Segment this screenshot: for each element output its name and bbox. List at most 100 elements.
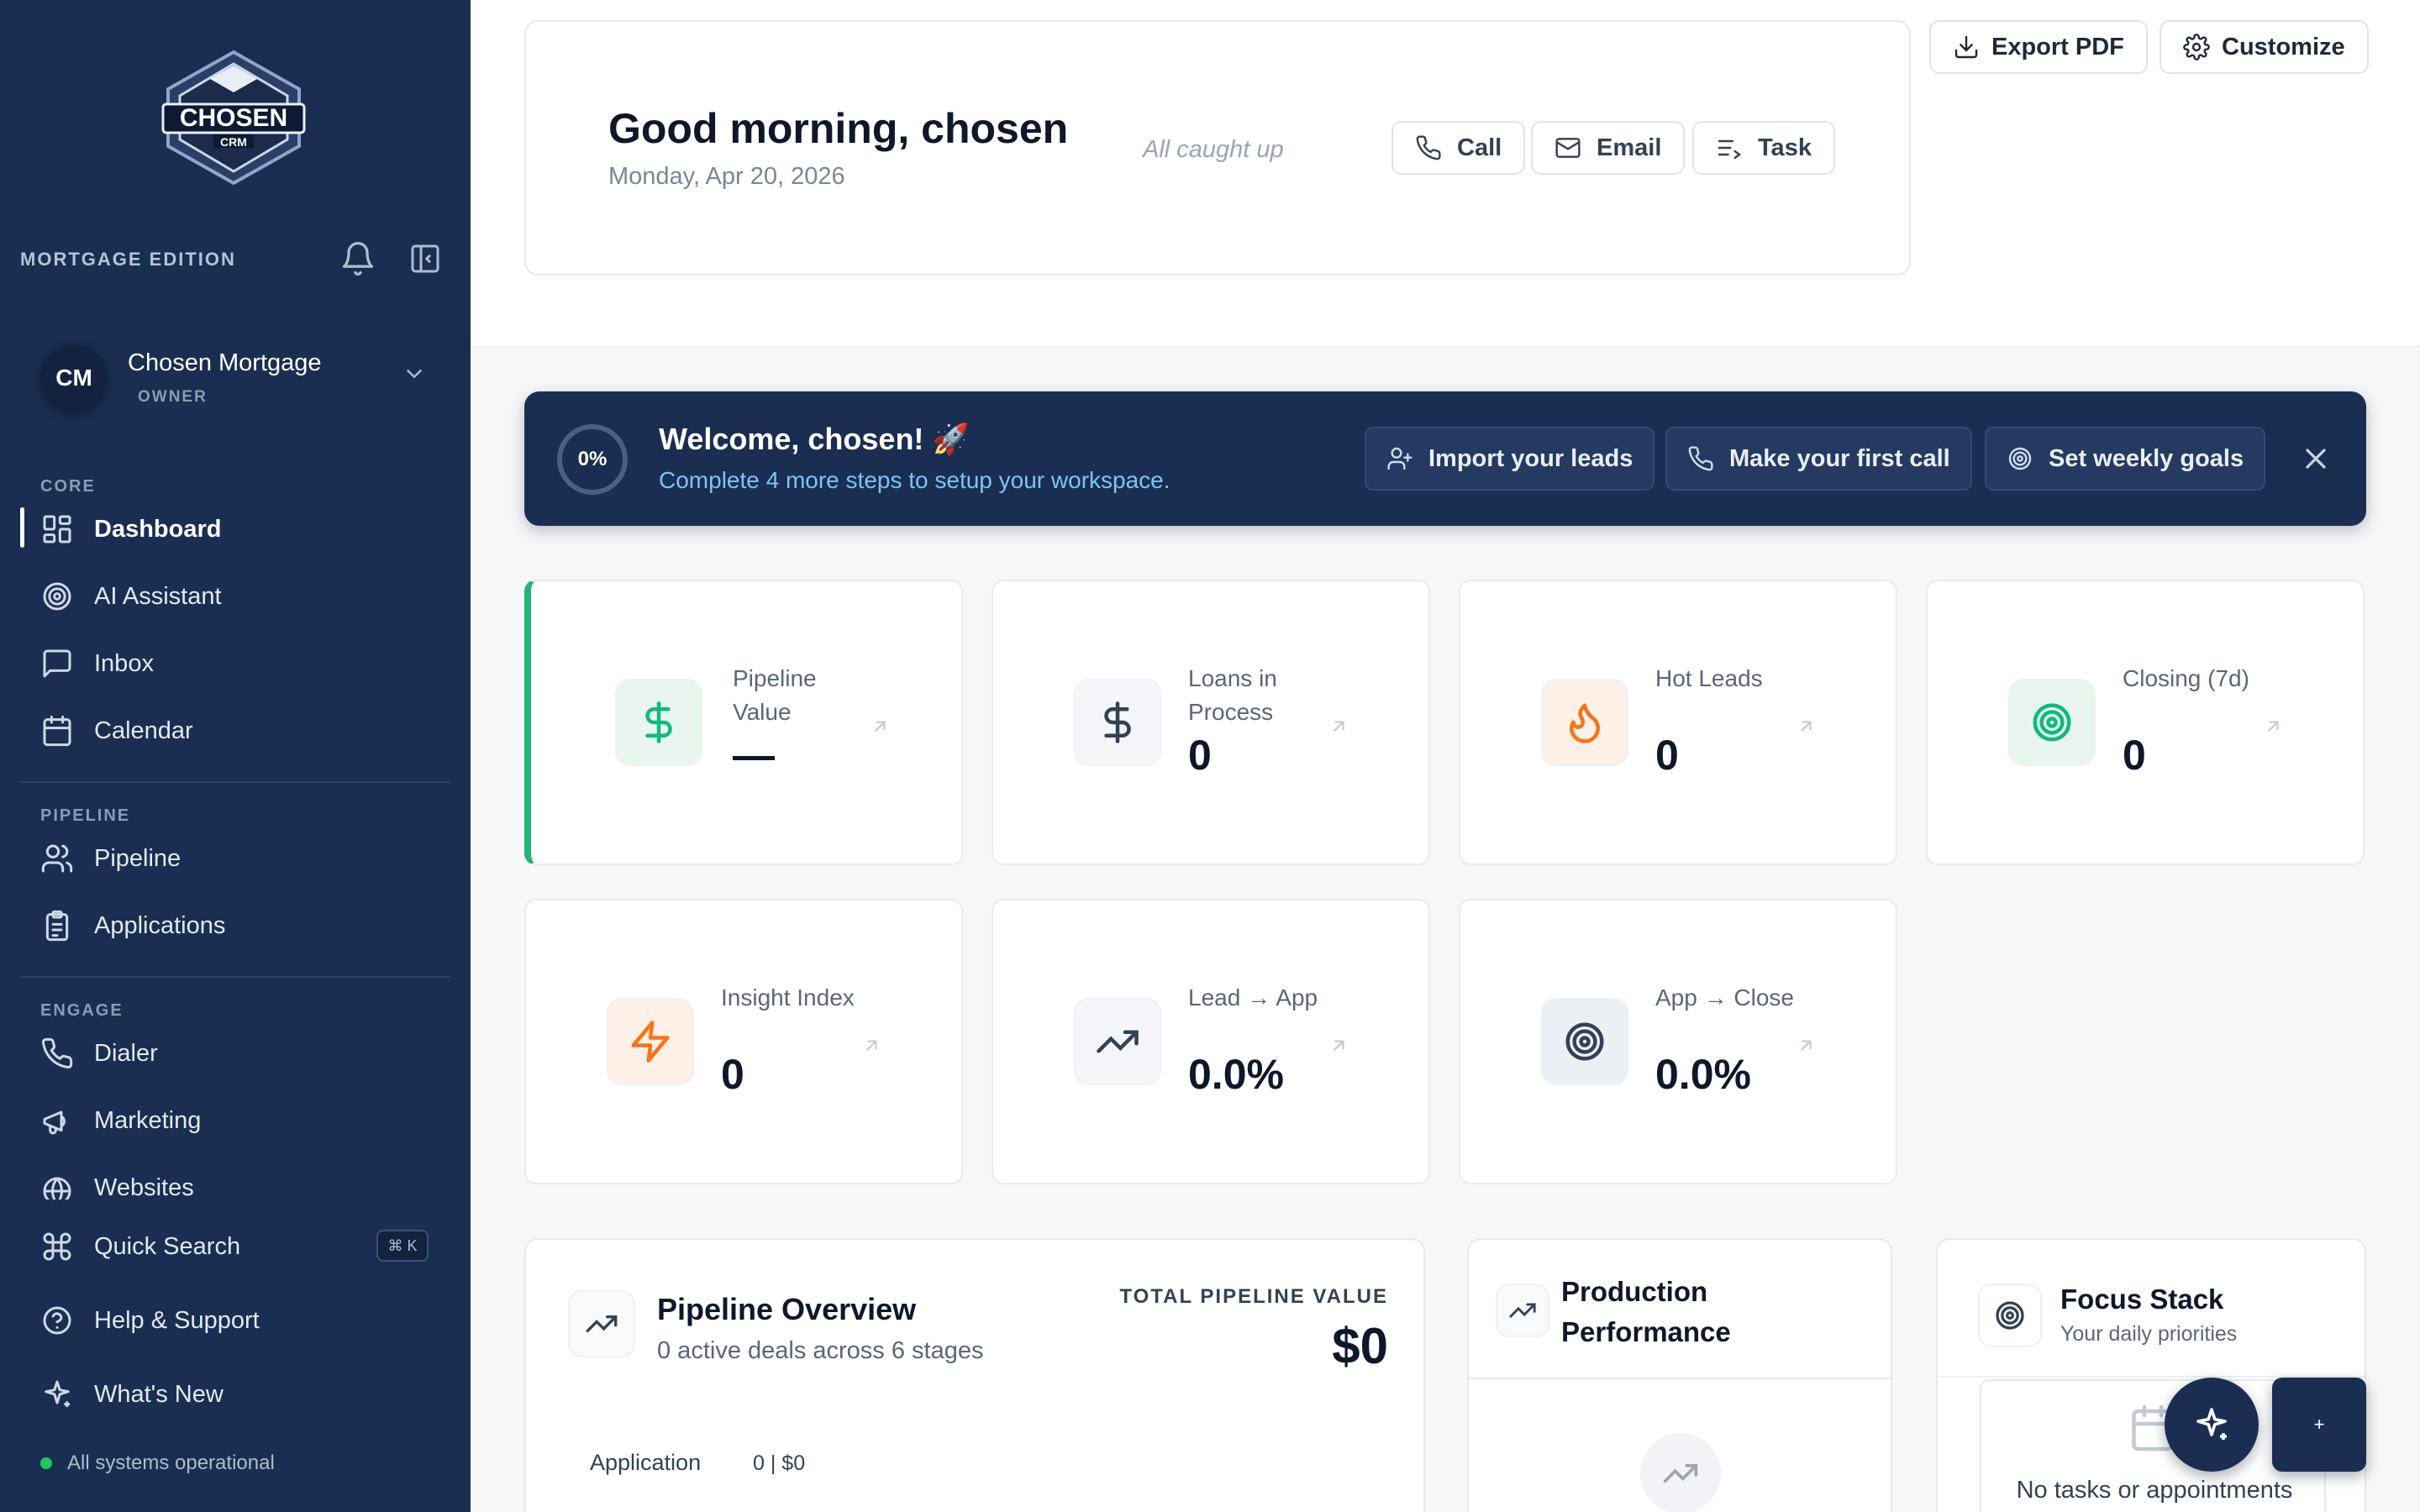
- welcome-banner: 0% Welcome, chosen! 🚀 Complete 4 more st…: [524, 391, 2366, 526]
- pipeline-overview-title: Pipeline Overview: [657, 1292, 917, 1326]
- trend-up-icon: [568, 1290, 635, 1357]
- stat-value: 0: [1188, 732, 1212, 779]
- sidebar-item-ai-assistant[interactable]: AI Assistant: [40, 571, 444, 622]
- pipeline-overview-subtitle: 0 active deals across 6 stages: [657, 1337, 984, 1364]
- sidebar-item-websites[interactable]: Websites: [40, 1163, 444, 1200]
- whats-new-button[interactable]: What's New: [40, 1369, 444, 1420]
- stat-value: 0.0%: [1188, 1051, 1284, 1098]
- trend-up-icon: [1640, 1433, 1721, 1512]
- message-icon: [40, 647, 74, 680]
- sidebar-item-label: Pipeline: [94, 844, 182, 872]
- arrow-up-right-icon: [2262, 716, 2284, 738]
- arrow-up-right-icon: [1328, 1035, 1349, 1057]
- quick-add-label: +: [2313, 1414, 2325, 1435]
- call-button[interactable]: Call: [1392, 121, 1526, 175]
- first-call-button[interactable]: Make your first call: [1665, 427, 1972, 491]
- stat-card-pipeline-value[interactable]: Pipeline Value —: [524, 580, 963, 865]
- account-switcher[interactable]: CM Chosen Mortgage OWNER: [40, 344, 435, 420]
- sidebar-item-marketing[interactable]: Marketing: [40, 1095, 444, 1146]
- sidebar-item-dialer[interactable]: Dialer: [40, 1028, 444, 1079]
- user-plus-icon: [1386, 445, 1413, 472]
- bolt-icon: [607, 998, 694, 1085]
- sparkles-icon: [40, 1378, 74, 1411]
- quick-add-button[interactable]: +: [2272, 1378, 2366, 1472]
- stat-label: App → Close: [1655, 984, 1794, 1011]
- command-icon: [40, 1230, 74, 1263]
- sidebar-item-label: Applications: [94, 911, 226, 939]
- greeting-title: Good morning, chosen: [608, 105, 1069, 152]
- stat-value: 0.0%: [1655, 1051, 1751, 1098]
- sidebar-item-dashboard[interactable]: Dashboard: [40, 504, 444, 554]
- arrow-up-right-icon: [869, 716, 891, 738]
- target-icon: [1978, 1284, 2042, 1347]
- sparkles-icon: [2191, 1404, 2232, 1445]
- export-pdf-button[interactable]: Export PDF: [1929, 20, 2148, 74]
- phone-icon: [40, 1037, 74, 1070]
- dollar-icon: [1074, 679, 1161, 766]
- edition-label: MORTGAGE EDITION: [20, 249, 236, 270]
- gear-icon: [2183, 34, 2210, 60]
- pipeline-overview-panel: Pipeline Overview 0 active deals across …: [524, 1238, 1425, 1512]
- stat-card-lead-to-app[interactable]: Lead → App 0.0%: [992, 899, 1430, 1184]
- arrow-up-right-icon: [860, 1035, 882, 1057]
- customize-button[interactable]: Customize: [2160, 20, 2369, 74]
- stat-card-loans-in-process[interactable]: Loans in Process 0: [992, 580, 1430, 865]
- email-button[interactable]: Email: [1531, 121, 1686, 175]
- target-icon: [2007, 445, 2033, 472]
- welcome-title: Welcome, chosen! 🚀: [659, 422, 971, 456]
- list-plus-icon: [1716, 134, 1743, 161]
- help-support-label: Help & Support: [94, 1306, 260, 1334]
- stat-card-app-to-close[interactable]: App → Close 0.0%: [1459, 899, 1897, 1184]
- progress-percent: 0%: [577, 448, 608, 470]
- stat-card-hot-leads[interactable]: Hot Leads 0: [1459, 580, 1897, 865]
- production-performance-panel: Production Performance: [1467, 1238, 1892, 1512]
- export-pdf-label: Export PDF: [1991, 33, 2124, 60]
- bell-icon[interactable]: [339, 240, 376, 277]
- svg-text:CRM: CRM: [220, 135, 247, 149]
- stat-label: Hot Leads: [1655, 665, 1763, 691]
- focus-empty-text: No tasks or appointments: [2016, 1477, 2293, 1504]
- task-button[interactable]: Task: [1692, 121, 1835, 175]
- divider: [1469, 1378, 1891, 1379]
- stat-value: 0: [721, 1051, 744, 1098]
- total-pipeline-value: $0: [1332, 1318, 1388, 1374]
- stat-value: 0: [1655, 732, 1679, 779]
- system-status: All systems operational: [40, 1452, 275, 1475]
- collapse-sidebar-icon[interactable]: [408, 242, 442, 276]
- chosen-crm-logo[interactable]: CHOSEN CRM: [158, 49, 309, 186]
- mail-icon: [1555, 134, 1581, 161]
- target-icon: [2008, 679, 2096, 766]
- sidebar-item-label: Dialer: [94, 1039, 158, 1067]
- section-engage: ENGAGE: [40, 1001, 124, 1020]
- shortcut-badge: ⌘ K: [376, 1230, 429, 1262]
- avatar: CM: [40, 344, 108, 412]
- weekly-goals-button[interactable]: Set weekly goals: [1985, 427, 2266, 491]
- ai-sparkle-button[interactable]: [2165, 1378, 2259, 1472]
- stat-card-insight-index[interactable]: Insight Index 0: [524, 899, 963, 1184]
- arrow-up-right-icon: [1795, 716, 1817, 738]
- email-label: Email: [1597, 134, 1662, 161]
- first-call-label: Make your first call: [1729, 444, 1950, 472]
- stage-name: Application: [590, 1450, 702, 1475]
- account-role: OWNER: [138, 388, 208, 406]
- trend-up-icon: [1074, 998, 1161, 1085]
- sidebar-item-pipeline[interactable]: Pipeline: [40, 833, 444, 884]
- megaphone-icon: [40, 1104, 74, 1137]
- total-pipeline-label: TOTAL PIPELINE VALUE: [1119, 1285, 1388, 1308]
- sidebar-item-applications[interactable]: Applications: [40, 900, 444, 951]
- import-leads-label: Import your leads: [1428, 444, 1634, 472]
- sidebar-item-inbox[interactable]: Inbox: [40, 638, 444, 689]
- arrow-up-right-icon: [1328, 716, 1349, 738]
- sidebar-item-label: Calendar: [94, 717, 193, 744]
- clipboard-icon: [40, 909, 74, 942]
- sidebar-item-calendar[interactable]: Calendar: [40, 706, 444, 756]
- stat-card-closing-7d[interactable]: Closing (7d) 0: [1926, 580, 2365, 865]
- section-pipeline: PIPELINE: [40, 806, 131, 825]
- import-leads-button[interactable]: Import your leads: [1365, 427, 1655, 491]
- sidebar-item-label: Inbox: [94, 649, 154, 677]
- call-label: Call: [1457, 134, 1502, 161]
- help-support-button[interactable]: Help & Support: [40, 1295, 444, 1346]
- sidebar-item-label: AI Assistant: [94, 582, 222, 610]
- close-icon[interactable]: [2299, 442, 2333, 475]
- greeting-date: Monday, Apr 20, 2026: [608, 163, 845, 190]
